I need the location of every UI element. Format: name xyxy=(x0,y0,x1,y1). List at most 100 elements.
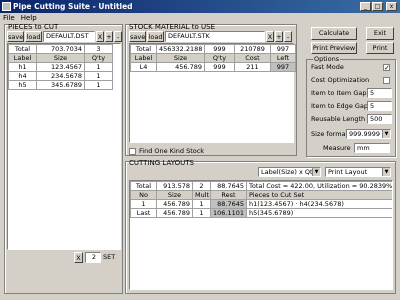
print-layout-select[interactable]: Print Layout ▼ xyxy=(325,167,391,177)
item-to-item-gap-input[interactable]: 5 xyxy=(367,88,392,98)
cell[interactable]: 1 xyxy=(192,199,211,209)
cell[interactable]: h1 xyxy=(8,62,37,72)
cell[interactable]: 1 xyxy=(84,62,113,72)
cell[interactable]: h1(123.4567) · h4(234.5678) xyxy=(246,199,392,209)
column-header[interactable]: Size xyxy=(156,190,193,200)
total-rest: 88.7645 xyxy=(210,181,247,191)
pieces-save-button[interactable]: save xyxy=(7,31,24,42)
pieces-add-button[interactable]: + xyxy=(105,31,113,42)
find-one-kind-checkbox[interactable] xyxy=(129,148,136,155)
calculate-button[interactable]: Calculate xyxy=(311,27,357,40)
cell[interactable]: h5(345.6789) xyxy=(246,208,392,218)
exit-button[interactable]: Exit xyxy=(366,27,394,40)
cell[interactable]: 997 xyxy=(270,62,296,72)
print-button[interactable]: Print xyxy=(366,42,394,54)
cell[interactable]: 456.789 xyxy=(156,199,193,209)
column-header[interactable]: Q'ty xyxy=(84,53,113,63)
pieces-grid[interactable]: Total 703.7034 3 Label Size Q'ty h1 123.… xyxy=(7,43,121,250)
layouts-header-row: No Size Mult Rest Pieces to Cut Set xyxy=(130,190,392,200)
item-to-edge-gap-input[interactable]: 5 xyxy=(367,101,392,111)
size-format-value: 999.9999 xyxy=(349,130,381,138)
measure-input[interactable]: mm xyxy=(354,143,390,153)
stock-add-button[interactable]: + xyxy=(275,31,283,42)
column-header[interactable]: Label xyxy=(130,53,157,63)
total-cost: 210789 xyxy=(234,44,271,54)
column-header[interactable]: Pieces to Cut Set xyxy=(246,190,392,200)
total-qty: 999 xyxy=(204,44,235,54)
pieces-file-field[interactable]: DEFAULT.DST xyxy=(43,31,95,42)
column-header[interactable]: No xyxy=(130,190,157,200)
cell[interactable]: h4 xyxy=(8,71,37,81)
column-header[interactable]: Mult xyxy=(192,190,211,200)
fast-mode-label: Fast Mode xyxy=(311,63,344,71)
cell[interactable]: 456.789 xyxy=(156,208,193,218)
total-qty: 3 xyxy=(84,44,113,54)
menu-file[interactable]: File xyxy=(0,13,18,23)
table-row[interactable]: 1 456.789 1 88.7645 h1(123.4567) · h4(23… xyxy=(130,199,392,209)
cell[interactable]: 106.1101 xyxy=(210,208,247,218)
column-header[interactable]: Q'ty xyxy=(204,53,235,63)
pager-clear-button[interactable]: X xyxy=(74,252,83,263)
column-header[interactable]: Size xyxy=(156,53,205,63)
stock-save-button[interactable]: save xyxy=(129,31,146,42)
total-size: 913.578 xyxy=(156,181,193,191)
chevron-down-icon[interactable]: ▼ xyxy=(312,168,320,176)
cell[interactable]: 999 xyxy=(204,62,235,72)
cell[interactable]: 1 xyxy=(130,199,157,209)
pieces-clear-button[interactable]: X xyxy=(96,31,104,42)
cell[interactable]: 1 xyxy=(84,80,113,90)
stock-total-row: Total 456332.2188 999 210789 997 xyxy=(130,44,296,54)
stock-remove-button[interactable]: - xyxy=(284,31,292,42)
table-row[interactable]: Last 456.789 1 106.1101 h5(345.6789) xyxy=(130,208,392,218)
cell[interactable]: 345.6789 xyxy=(36,80,85,90)
stock-clear-button[interactable]: X xyxy=(266,31,274,42)
cell[interactable]: L4 xyxy=(130,62,157,72)
cost-optimization-checkbox[interactable] xyxy=(383,77,390,84)
table-row[interactable]: L4 456.789 999 211 997 xyxy=(130,62,296,72)
close-button[interactable]: x xyxy=(386,2,397,11)
cell[interactable]: 211 xyxy=(234,62,271,72)
minimize-button[interactable]: _ xyxy=(360,2,371,11)
cell[interactable]: Last xyxy=(130,208,157,218)
label-mode-select[interactable]: Label(Size) x Qty ▼ xyxy=(258,167,321,177)
column-header[interactable]: Rest xyxy=(210,190,247,200)
size-format-select[interactable]: 999.9999 ▼ xyxy=(346,129,391,139)
pager-set-label: SET xyxy=(103,253,116,261)
column-header[interactable]: Label xyxy=(8,53,37,63)
cell[interactable]: h5 xyxy=(8,80,37,90)
item-to-item-gap-label: Item to Item Gap xyxy=(311,89,367,97)
print-preview-button[interactable]: Print Preview xyxy=(311,42,357,54)
cell[interactable]: 1 xyxy=(192,208,211,218)
chevron-down-icon[interactable]: ▼ xyxy=(382,168,390,176)
table-row[interactable]: h5 345.6789 1 xyxy=(8,80,113,90)
stock-load-button[interactable]: load xyxy=(147,31,164,42)
table-row[interactable]: h1 123.4567 1 xyxy=(8,62,113,72)
pieces-header-row: Label Size Q'ty xyxy=(8,53,113,63)
pieces-remove-button[interactable]: - xyxy=(114,31,122,42)
layouts-total-row: Total 913.578 2 88.7645 Total Cost = 422… xyxy=(130,181,392,191)
column-header[interactable]: Cost xyxy=(234,53,271,63)
cell[interactable]: 88.7645 xyxy=(210,199,247,209)
maximize-button[interactable]: □ xyxy=(372,2,383,11)
cell[interactable]: 456.789 xyxy=(156,62,205,72)
label-mode-value: Label(Size) x Qty xyxy=(261,168,317,176)
fast-mode-checkbox[interactable]: ✓ xyxy=(383,64,390,72)
pieces-load-button[interactable]: load xyxy=(25,31,42,42)
title-bar: Pipe Cutting Suite - Untitled xyxy=(0,0,400,13)
column-header[interactable]: Left xyxy=(270,53,296,63)
pieces-total-row: Total 703.7034 3 xyxy=(8,44,113,54)
layouts-grid[interactable]: Total 913.578 2 88.7645 Total Cost = 422… xyxy=(129,180,393,290)
stock-file-field[interactable]: DEFAULT.STK xyxy=(165,31,265,42)
chevron-down-icon[interactable]: ▼ xyxy=(382,130,390,138)
cell[interactable]: 1 xyxy=(84,71,113,81)
cell[interactable]: 123.4567 xyxy=(36,62,85,72)
menu-bar: File Help xyxy=(0,13,400,23)
pager-set-field[interactable]: 2 xyxy=(85,252,101,263)
print-layout-value: Print Layout xyxy=(328,168,368,176)
stock-grid[interactable]: Total 456332.2188 999 210789 997 Label S… xyxy=(129,43,296,143)
cell[interactable]: 234.5678 xyxy=(36,71,85,81)
table-row[interactable]: h4 234.5678 1 xyxy=(8,71,113,81)
column-header[interactable]: Size xyxy=(36,53,85,63)
reusable-length-input[interactable]: 500 xyxy=(367,114,392,124)
menu-help[interactable]: Help xyxy=(18,13,40,23)
